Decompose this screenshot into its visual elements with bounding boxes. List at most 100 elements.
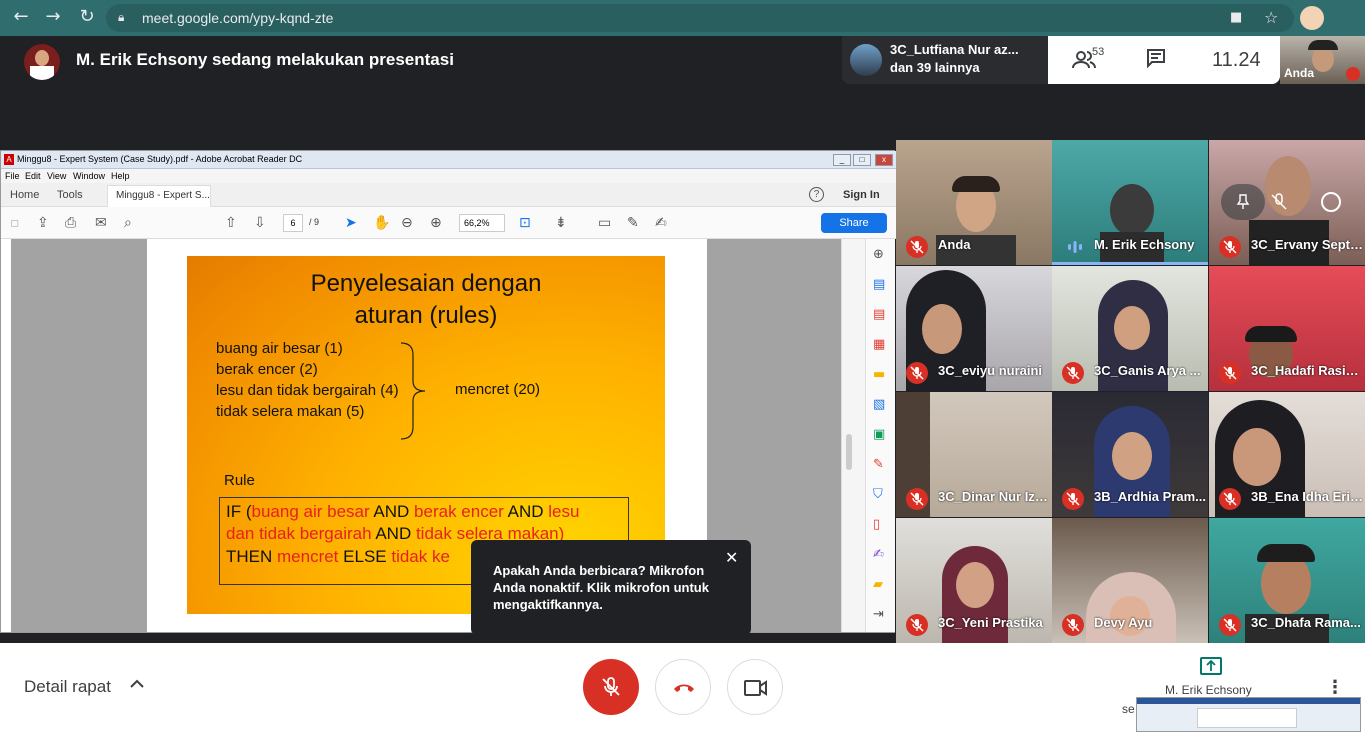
organize-icon[interactable]: ▦ bbox=[873, 337, 885, 352]
hand-tool-icon[interactable]: ✋ bbox=[373, 215, 390, 231]
tooltip-text: Apakah Anda berbicara? Mikrofon Anda non… bbox=[493, 563, 709, 612]
scroll-thumb[interactable] bbox=[846, 434, 852, 470]
rule-text: IF ( bbox=[226, 502, 252, 521]
presenter-label: M. Erik Echsony bbox=[1165, 683, 1252, 697]
close-icon[interactable]: ✕ bbox=[725, 548, 738, 568]
participant-tile[interactable]: 3C_Ervany Septa... bbox=[1209, 140, 1365, 265]
help-icon[interactable]: ? bbox=[809, 187, 824, 202]
mic-off-icon bbox=[1062, 488, 1084, 510]
more-tools-icon[interactable]: ▰ bbox=[873, 577, 883, 592]
sign-icon[interactable]: ✍ bbox=[873, 547, 884, 562]
menu-bar: File Edit View Window Help bbox=[1, 169, 896, 183]
protect-icon[interactable]: ⛉ bbox=[873, 487, 883, 502]
rule-text: lesu bbox=[548, 502, 580, 521]
zoom-icon[interactable]: ⊕ bbox=[873, 247, 884, 262]
export-pdf-icon[interactable]: ▤ bbox=[873, 277, 885, 292]
menu-view[interactable]: View bbox=[47, 171, 66, 181]
reload-icon[interactable]: ↻ bbox=[76, 6, 98, 27]
compress-icon[interactable]: ▣ bbox=[873, 427, 885, 442]
upload-icon[interactable]: ⇪ bbox=[37, 215, 49, 231]
participant-name: Devy Ayu bbox=[1094, 615, 1153, 630]
menu-edit[interactable]: Edit bbox=[25, 171, 41, 181]
page-up-icon[interactable]: ⇧ bbox=[225, 215, 237, 231]
forward-arrow-icon[interactable]: → bbox=[42, 6, 64, 27]
presenting-banner: M. Erik Echsony sedang melakukan present… bbox=[76, 50, 454, 69]
participant-tile[interactable]: Anda bbox=[896, 140, 1052, 265]
comment-icon[interactable]: ▬ bbox=[873, 367, 885, 382]
save-icon[interactable]: ▫ bbox=[10, 215, 20, 231]
comment-icon[interactable]: ▭ bbox=[598, 215, 611, 231]
zoom-out-icon[interactable]: ⊖ bbox=[401, 215, 413, 231]
tab-document[interactable]: Minggu8 - Expert S... bbox=[107, 185, 211, 207]
sign-in-link[interactable]: Sign In bbox=[843, 189, 880, 201]
highlight-icon[interactable]: ✎ bbox=[627, 215, 639, 231]
fill-sign-icon[interactable]: ✎ bbox=[873, 457, 884, 472]
tab-home[interactable]: Home bbox=[10, 189, 39, 201]
chat-icon[interactable] bbox=[1146, 48, 1166, 73]
sign-icon[interactable]: ✍ bbox=[655, 215, 667, 231]
participant-tile[interactable]: 3C_Dhafa Rama... bbox=[1209, 518, 1365, 643]
pdf-icon[interactable]: ▯ bbox=[873, 517, 880, 532]
mic-toggle-button[interactable] bbox=[583, 659, 639, 715]
zoom-in-icon[interactable]: ⊕ bbox=[430, 215, 442, 231]
close-icon[interactable]: x bbox=[875, 154, 893, 166]
menu-file[interactable]: File bbox=[5, 171, 20, 181]
collapse-pane-icon[interactable]: ⇥ bbox=[873, 607, 884, 622]
presenter-sub: se bbox=[1122, 702, 1135, 716]
camera-icon[interactable]: ■ bbox=[1230, 10, 1242, 25]
menu-window[interactable]: Window bbox=[73, 171, 105, 181]
create-pdf-icon[interactable]: ▤ bbox=[873, 307, 885, 322]
profile-icon[interactable] bbox=[1300, 6, 1324, 30]
rule-line-3: THEN mencret ELSE tidak ke bbox=[226, 547, 450, 567]
address-bar[interactable]: 🔒︎ meet.google.com/ypy-kqnd-zte ■ ☆ bbox=[106, 4, 1294, 32]
acrobat-tabs: Home Tools Minggu8 - Expert S... ? Sign … bbox=[1, 183, 896, 207]
video-camera-icon bbox=[744, 680, 767, 696]
present-icon[interactable] bbox=[1200, 657, 1222, 675]
select-tool-icon[interactable]: ➤ bbox=[345, 215, 357, 231]
fit-page-icon[interactable]: ⊡ bbox=[519, 215, 531, 231]
chevron-up-icon[interactable] bbox=[130, 677, 144, 693]
participant-tile[interactable]: 3C_Ganis Arya ... bbox=[1052, 266, 1208, 391]
participant-tile[interactable]: 3B_Ena Idha Eris... bbox=[1209, 392, 1365, 517]
combine-icon[interactable]: ▧ bbox=[873, 397, 885, 412]
shared-screen: A Minggu8 - Expert System (Case Study).p… bbox=[0, 150, 896, 633]
more-vert-icon[interactable]: ⋮ bbox=[1326, 677, 1344, 698]
scroll-mode-icon[interactable]: ⇟ bbox=[555, 215, 567, 231]
mic-off-icon bbox=[1062, 362, 1084, 384]
print-icon[interactable]: ⎙ bbox=[65, 215, 76, 231]
meet-top-controls: 53 11.24 bbox=[1048, 36, 1280, 84]
mute-icon[interactable] bbox=[1269, 192, 1289, 212]
scrollbar[interactable] bbox=[841, 239, 865, 632]
participant-tile[interactable]: 3C_Yeni Prastika bbox=[896, 518, 1052, 643]
remove-icon[interactable] bbox=[1321, 192, 1341, 212]
participant-tile[interactable]: 3C_eviyu nuraini bbox=[896, 266, 1052, 391]
lock-icon: 🔒︎ bbox=[118, 10, 125, 24]
star-icon[interactable]: ☆ bbox=[1264, 8, 1278, 27]
search-icon[interactable]: ⌕ bbox=[124, 215, 132, 231]
page-down-icon[interactable]: ⇩ bbox=[254, 215, 266, 231]
participant-tile[interactable]: 3B_Ardhia Pram... bbox=[1052, 392, 1208, 517]
tab-tools[interactable]: Tools bbox=[57, 189, 83, 201]
meeting-details-button[interactable]: Detail rapat bbox=[24, 677, 111, 697]
mail-icon[interactable]: ✉ bbox=[95, 215, 107, 231]
hang-up-button[interactable] bbox=[655, 659, 711, 715]
pin-icon[interactable] bbox=[1221, 184, 1265, 220]
participant-tile[interactable]: 3C_Hadafi Rasis... bbox=[1209, 266, 1365, 391]
mic-off-icon bbox=[906, 488, 928, 510]
participant-tile[interactable]: Devy Ayu bbox=[1052, 518, 1208, 643]
participant-tile-active-speaker[interactable]: M. Erik Echsony bbox=[1052, 140, 1208, 265]
menu-help[interactable]: Help bbox=[111, 171, 130, 181]
camera-toggle-button[interactable] bbox=[727, 659, 783, 715]
maximize-icon[interactable]: □ bbox=[853, 154, 871, 166]
back-arrow-icon[interactable]: ← bbox=[10, 6, 32, 27]
minimize-icon[interactable]: _ bbox=[833, 154, 851, 166]
share-button[interactable]: Share bbox=[821, 213, 887, 233]
self-view-tile[interactable]: Anda bbox=[1280, 36, 1365, 84]
participant-tile[interactable]: 3C_Dinar Nur Izz... bbox=[896, 392, 1052, 517]
zoom-select[interactable]: 66,2% bbox=[459, 214, 505, 232]
share-label: Share bbox=[839, 217, 869, 229]
acrobat-title-bar: A Minggu8 - Expert System (Case Study).p… bbox=[1, 151, 896, 169]
participants-chip[interactable]: 3C_Lutfiana Nur az... dan 39 lainnya bbox=[842, 36, 1048, 84]
page-number-input[interactable]: 6 bbox=[283, 214, 303, 232]
presentation-thumbnail[interactable] bbox=[1136, 697, 1361, 732]
